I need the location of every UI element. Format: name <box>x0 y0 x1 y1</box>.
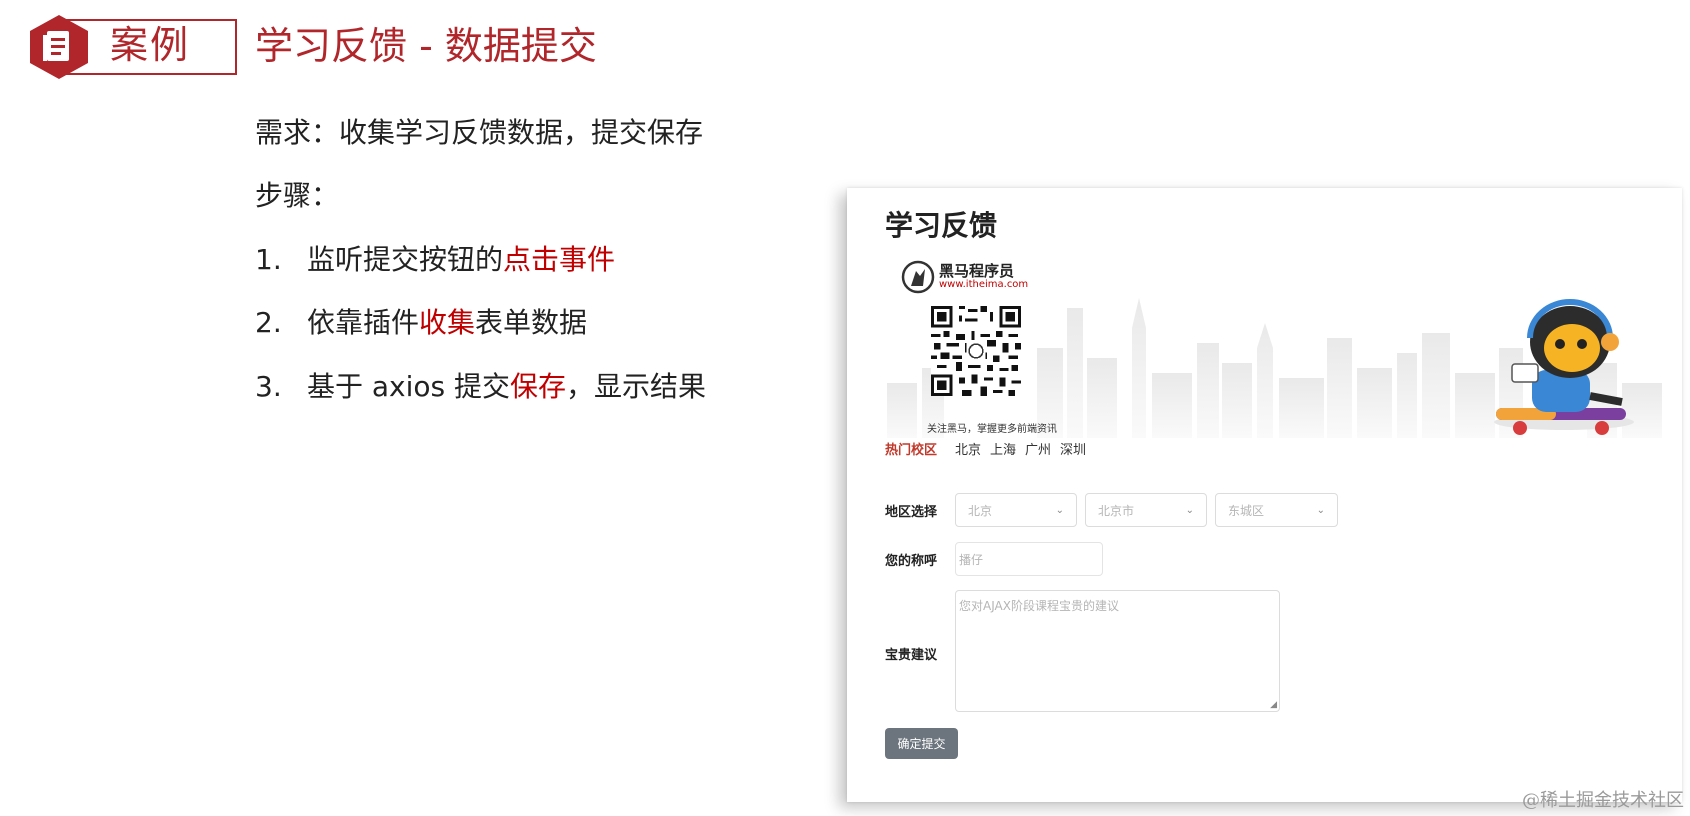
campus-link-beijing[interactable]: 北京 <box>955 439 981 458</box>
step-text-tail: 表单数据 <box>475 306 588 339</box>
logo-url: www.itheima.com <box>939 279 1029 290</box>
district-select[interactable]: 东城区 ⌄ <box>1215 493 1338 527</box>
case-badge-label: 案例 <box>110 23 191 67</box>
watermark: @稀土掘金技术社区 <box>1522 790 1684 811</box>
document-icon <box>30 15 88 79</box>
feedback-page-screenshot: 学习反馈 黑马程序员 www.itheima.com 关注黑马，掌握更多前端资讯… <box>847 188 1682 802</box>
case-badge: 案例 <box>27 14 237 79</box>
campus-link-guangzhou[interactable]: 广州 <box>1025 439 1051 458</box>
name-placeholder: 播仔 <box>959 552 984 567</box>
region-row: 地区选择 北京 ⌄ 北京市 ⌄ 东城区 ⌄ <box>885 493 1346 527</box>
qr-code-image <box>931 306 1021 396</box>
step-number: 3. <box>255 370 282 403</box>
step-highlight: 收集 <box>419 306 476 339</box>
logo-name: 黑马程序员 <box>939 262 1015 280</box>
hot-campus-row: 热门校区 北京 上海 广州 深圳 <box>885 439 1095 458</box>
chevron-down-icon: ⌄ <box>1316 504 1325 516</box>
brand-logo: 黑马程序员 www.itheima.com <box>901 260 1028 294</box>
step-number: 2. <box>255 306 282 339</box>
page-title: 学习反馈 <box>885 209 998 242</box>
submit-button[interactable]: 确定提交 <box>885 728 958 759</box>
step-text: 监听提交按钮的 <box>307 243 504 276</box>
region-label: 地区选择 <box>885 504 938 520</box>
province-value: 北京 <box>968 503 993 518</box>
step-item: 1. 监听提交按钮的 点击事件 <box>255 240 615 280</box>
name-row: 您的称呼 播仔 <box>885 542 1103 576</box>
horse-logo-icon <box>901 260 935 294</box>
chevron-down-icon: ⌄ <box>1055 504 1064 516</box>
advice-placeholder: 您对AJAX阶段课程宝贵的建议 <box>959 599 1119 613</box>
resize-handle-icon[interactable]: ◢ <box>1270 700 1277 710</box>
step-text: 依靠插件 <box>307 306 420 339</box>
city-select[interactable]: 北京市 ⌄ <box>1085 493 1207 527</box>
province-select[interactable]: 北京 ⌄ <box>955 493 1077 527</box>
chevron-down-icon: ⌄ <box>1185 504 1194 516</box>
hot-campus-label: 热门校区 <box>885 443 938 458</box>
advice-label: 宝贵建议 <box>885 648 938 663</box>
requirement-text: 需求：收集学习反馈数据，提交保存 <box>255 116 704 149</box>
step-text: 基于 axios 提交 <box>307 370 511 403</box>
mascot-image <box>1494 299 1634 435</box>
step-text-tail: ，显示结果 <box>566 370 707 403</box>
campus-link-shenzhen[interactable]: 深圳 <box>1060 439 1086 458</box>
name-input[interactable]: 播仔 <box>955 542 1103 576</box>
slide-title: 学习反馈 - 数据提交 <box>255 24 597 68</box>
step-item: 2. 依靠插件 收集 表单数据 <box>255 303 587 343</box>
city-value: 北京市 <box>1098 503 1135 518</box>
steps-heading: 步骤： <box>255 179 340 212</box>
advice-textarea[interactable]: 您对AJAX阶段课程宝贵的建议 ◢ <box>955 590 1280 712</box>
name-label: 您的称呼 <box>885 553 938 569</box>
step-highlight: 保存 <box>510 370 567 403</box>
district-value: 东城区 <box>1228 503 1265 518</box>
campus-link-shanghai[interactable]: 上海 <box>990 439 1016 458</box>
qr-caption: 关注黑马，掌握更多前端资讯 <box>927 424 1057 435</box>
step-number: 1. <box>255 243 282 276</box>
step-item: 3. 基于 axios 提交 保存 ，显示结果 <box>255 367 706 407</box>
step-highlight: 点击事件 <box>503 243 616 276</box>
